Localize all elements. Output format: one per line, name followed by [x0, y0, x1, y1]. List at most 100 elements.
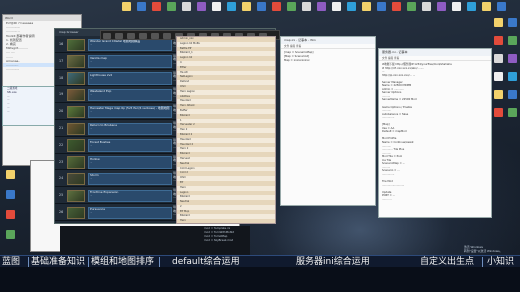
desktop-shortcut[interactable] — [255, 2, 267, 11]
app-icon — [5, 190, 15, 199]
desktop-shortcut[interactable] — [195, 2, 207, 11]
map-row-index: 21 — [59, 126, 64, 130]
map-detail: ... — [90, 194, 93, 198]
desktop-shortcut[interactable] — [300, 2, 312, 11]
desktop-shortcut[interactable] — [135, 2, 147, 11]
desktop-shortcut[interactable] — [225, 2, 237, 11]
app-icon — [286, 2, 296, 11]
app-icon — [5, 210, 15, 219]
desktop-shortcut[interactable] — [345, 2, 357, 11]
chapter-separator — [159, 257, 160, 267]
desktop-shortcut[interactable] — [150, 2, 162, 11]
chapter-basic-knowledge[interactable]: 基础准备知识 — [31, 256, 85, 268]
desktop-shortcut[interactable] — [506, 108, 518, 117]
toolbar-button[interactable] — [127, 33, 135, 39]
desktop-shortcut[interactable] — [506, 18, 518, 27]
app-icon — [376, 2, 386, 11]
desktop-shortcut[interactable] — [180, 2, 192, 11]
toolbar-button[interactable] — [139, 33, 147, 39]
desktop-shortcut[interactable] — [495, 2, 507, 11]
app-icon — [316, 2, 326, 11]
app-icon — [496, 2, 506, 11]
app-icon — [121, 2, 131, 11]
desktop-shortcut[interactable] — [492, 36, 504, 45]
map-detail: ... — [90, 43, 93, 46]
desktop-shortcut[interactable] — [492, 90, 504, 99]
desktop-shortcut[interactable] — [315, 2, 327, 11]
toolbar-button[interactable] — [115, 33, 123, 39]
desktop-shortcut[interactable] — [270, 2, 282, 11]
map-thumbnail[interactable] — [67, 189, 85, 203]
desktop-shortcut[interactable] — [420, 2, 432, 11]
desktop-shortcut[interactable] — [465, 2, 477, 11]
map-thumbnail[interactable] — [67, 156, 85, 169]
desktop-shortcut[interactable] — [360, 2, 372, 11]
desktop-shortcut[interactable] — [165, 2, 177, 11]
desktop-shortcut[interactable] — [4, 230, 16, 239]
toolbar-button[interactable] — [163, 33, 171, 39]
map-thumbnail[interactable] — [67, 172, 85, 186]
desktop-shortcut[interactable] — [4, 170, 16, 179]
map-thumbnail[interactable] — [67, 122, 85, 135]
desktop-shortcut[interactable] — [240, 2, 252, 11]
app-icon — [271, 2, 281, 11]
map-detail: ... — [90, 160, 93, 164]
map-name: Lighthouse 2v2 — [90, 72, 113, 77]
notepad-text-area[interactable]: #地图下载 http://服务器IP:1234/yourfiles/mod/ah… — [379, 61, 491, 203]
map-thumbnail[interactable] — [67, 72, 85, 85]
desktop-shortcut[interactable] — [492, 72, 504, 81]
map-thumbnail[interactable] — [67, 88, 85, 102]
desktop-shortcut[interactable] — [330, 2, 342, 11]
desktop-shortcut[interactable] — [492, 54, 504, 63]
map-detail: ... — [90, 110, 93, 114]
map-thumbnail[interactable] — [67, 206, 85, 219]
map-name: Vanilla map — [90, 55, 107, 60]
desktop-shortcut[interactable] — [435, 2, 447, 11]
toolbar-button[interactable] — [103, 33, 111, 39]
app-icon — [151, 2, 161, 11]
desktop-shortcut[interactable] — [120, 2, 132, 11]
desktop-shortcut[interactable] — [506, 36, 518, 45]
chapter-blueprint[interactable]: 蓝图 — [2, 256, 20, 268]
map-detail-list[interactable]: Admin_xxx Legion 10 MvPa Battle Elf Blizzar… — [176, 36, 276, 224]
chapter-mod-map-sort[interactable]: 模组和地图排序 — [91, 256, 154, 268]
notepad-window-map-ini[interactable]: map.ini - 记事本 - Win 文件 编辑 查看 [map = Scen… — [280, 36, 376, 206]
chapter-default-usage[interactable]: default综合运用 — [172, 256, 240, 268]
chapter-custom-spawn[interactable]: 自定义出生点 — [420, 256, 474, 268]
desktop-shortcut[interactable] — [375, 2, 387, 11]
desktop-shortcut[interactable] — [210, 2, 222, 11]
chapter-tips[interactable]: 小知识 — [487, 256, 514, 268]
desktop-shortcut[interactable] — [480, 2, 492, 11]
app-icon — [256, 2, 266, 11]
list-item[interactable]: Hero — [177, 219, 275, 223]
map-thumbnail[interactable] — [67, 105, 85, 119]
map-thumbnail[interactable] — [67, 139, 85, 152]
desktop-shortcut[interactable] — [285, 2, 297, 11]
desktop-shortcut[interactable] — [4, 210, 16, 219]
desktop-shortcut[interactable] — [405, 2, 417, 11]
toolbar-button[interactable] — [151, 33, 159, 39]
desktop-shortcut[interactable] — [506, 72, 518, 81]
map-row-index: 22 — [59, 142, 64, 147]
chapter-separator — [482, 257, 483, 267]
notepad-window-server-ini[interactable]: 服务器.ini - 记事本 文件 编辑 查看 #地图下载 http://服务器I… — [378, 48, 492, 218]
app-icon — [421, 2, 431, 11]
map-detail: ... — [90, 211, 93, 214]
small-info-panel[interactable]: 二级游戏 Sfb.exe............... — [2, 86, 60, 126]
chapter-server-ini[interactable]: 服务器ini综合运用 — [296, 256, 370, 268]
desktop-shortcut[interactable] — [492, 108, 504, 117]
desktop-shortcut[interactable] — [390, 2, 402, 11]
map-row-index: 19 — [59, 92, 64, 97]
console-output: mod = Template.ini mod = TurnWithMoStd mod… — [60, 226, 250, 256]
map-thumbnail[interactable] — [67, 55, 85, 68]
desktop-shortcut[interactable] — [4, 190, 16, 199]
map-row-index: 25 — [59, 193, 64, 198]
notepad-text-area[interactable]: [map = ScenarioMap] [Map = Scenario2] Map … — [281, 49, 375, 64]
console-line: mod = SkyBreak.mod — [204, 238, 234, 242]
desktop-shortcut[interactable] — [506, 90, 518, 99]
map-row-index: 23 — [59, 159, 64, 164]
desktop-shortcut[interactable] — [506, 54, 518, 63]
desktop-shortcut[interactable] — [492, 18, 504, 27]
desktop-shortcut[interactable] — [450, 2, 462, 11]
map-thumbnail[interactable] — [67, 38, 85, 51]
